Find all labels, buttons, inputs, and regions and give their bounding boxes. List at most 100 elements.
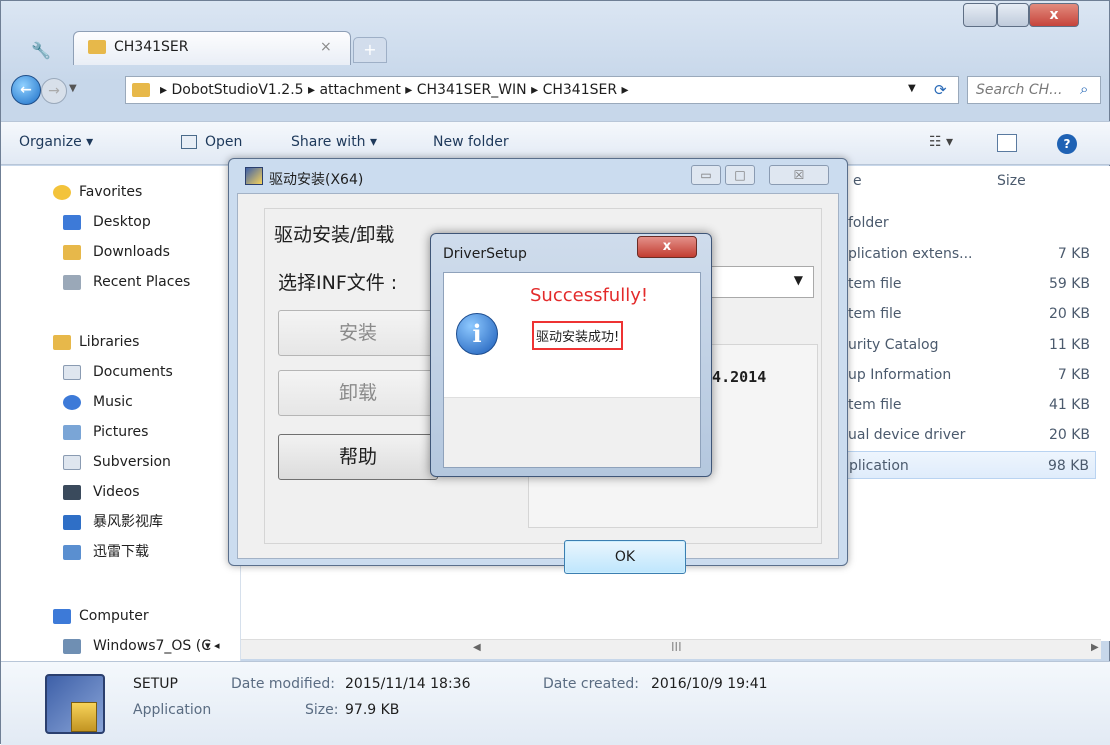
views-icon[interactable]: ☷ ▾ — [929, 134, 953, 150]
nav-label: Pictures — [93, 424, 149, 440]
close-button[interactable]: ☒ — [769, 165, 829, 185]
maximize-button[interactable]: □ — [725, 165, 755, 185]
file-row[interactable]: plication extens... 7 KB — [844, 240, 1096, 268]
search-placeholder: Search CH... — [976, 82, 1063, 98]
file-size: 7 KB — [1057, 246, 1090, 262]
file-row[interactable]: tem file 41 KB — [844, 391, 1096, 419]
recent-places-icon — [63, 275, 81, 290]
nav-recent-places[interactable]: Recent Places — [1, 268, 241, 296]
file-size: 20 KB — [1048, 427, 1090, 443]
success-annotation: Successfully! — [530, 285, 649, 306]
share-with-button[interactable]: Share with ▾ — [291, 134, 377, 150]
file-row[interactable]: tem file 20 KB — [844, 300, 1096, 328]
tab-ch341ser[interactable]: CH341SER × — [73, 31, 351, 65]
nav-computer[interactable]: Computer — [1, 602, 241, 630]
file-type: tem file — [848, 306, 902, 322]
new-tab-button[interactable]: + — [353, 37, 387, 63]
refresh-icon[interactable]: ⟳ — [934, 81, 947, 99]
close-button[interactable]: x — [1029, 3, 1079, 27]
nav-subversion[interactable]: Subversion — [1, 448, 241, 476]
file-row-selected[interactable]: plication 98 KB — [844, 451, 1096, 479]
nav-videos[interactable]: Videos — [1, 478, 241, 506]
file-size: 11 KB — [1048, 337, 1090, 353]
file-row[interactable]: urity Catalog 11 KB — [844, 331, 1096, 359]
wrench-icon[interactable]: 🔧 — [31, 41, 51, 60]
date-modified-label: Date modified: — [231, 676, 335, 692]
file-row[interactable]: ual device driver 20 KB — [844, 421, 1096, 449]
help-button[interactable]: 帮助 — [278, 434, 438, 480]
scroll-thumb-grip[interactable]: III — [671, 640, 682, 654]
nav-favorites[interactable]: Favorites — [1, 178, 241, 206]
group-heading: 驱动安装/卸载 — [274, 224, 395, 246]
file-size: 59 KB — [1048, 276, 1090, 292]
file-type: folder — [848, 215, 889, 231]
uninstall-button[interactable]: 卸载 — [278, 370, 438, 416]
info-icon: i — [456, 313, 498, 355]
open-button[interactable]: Open — [205, 134, 242, 150]
videos-icon — [63, 485, 81, 500]
downloads-icon — [63, 245, 81, 260]
nav-documents[interactable]: Documents — [1, 358, 241, 386]
scroll-right-icon[interactable]: ▶ — [1091, 642, 1099, 653]
install-button[interactable]: 安装 — [278, 310, 438, 356]
nav-label: Subversion — [93, 454, 171, 470]
nav-label: Music — [93, 394, 133, 410]
file-type: urity Catalog — [848, 337, 939, 353]
nav-libraries[interactable]: Libraries — [1, 328, 241, 356]
chevron-down-icon[interactable]: ▼ — [794, 273, 803, 287]
minimize-button[interactable] — [963, 3, 997, 27]
nav-pictures[interactable]: Pictures — [1, 418, 241, 446]
driversetup-message-box: DriverSetup x Successfully! i 驱动安装成功! OK — [430, 233, 712, 574]
new-folder-button[interactable]: New folder — [433, 134, 509, 150]
file-row[interactable]: up Information 7 KB — [844, 361, 1096, 389]
nav-label: Recent Places — [93, 274, 191, 290]
dialog-close-button[interactable]: x — [637, 236, 697, 258]
search-input[interactable]: Search CH... ⌕ — [967, 76, 1101, 104]
window-title: 驱动安装(X64) — [269, 172, 364, 188]
file-type: tem file — [848, 397, 902, 413]
nav-label: Desktop — [93, 214, 151, 230]
setup-icon — [245, 167, 263, 185]
forward-arrow-icon[interactable]: → — [41, 78, 67, 104]
nav-desktop[interactable]: Desktop — [1, 208, 241, 236]
size-label: Size: — [305, 702, 339, 718]
music-icon — [63, 395, 81, 410]
date-modified-value: 2015/11/14 18:36 — [345, 676, 471, 692]
file-type: ual device driver — [848, 427, 966, 443]
history-dropdown-icon[interactable]: ▼ — [69, 83, 77, 94]
file-row[interactable]: folder — [844, 209, 1096, 237]
size-value: 97.9 KB — [345, 702, 400, 718]
nav-xunlei[interactable]: 迅雷下载 — [1, 538, 241, 566]
tab-close-icon[interactable]: × — [320, 39, 332, 55]
nav-label: Videos — [93, 484, 140, 500]
search-icon[interactable]: ⌕ — [1080, 80, 1088, 98]
file-type: plication — [849, 458, 909, 474]
nav-label: Libraries — [79, 334, 140, 350]
nav-baofeng[interactable]: 暴风影视库 — [1, 508, 241, 536]
column-header-size[interactable]: Size — [997, 173, 1026, 189]
file-row[interactable]: tem file 59 KB — [844, 270, 1096, 298]
column-header-type[interactable]: e — [853, 173, 862, 189]
nav-windows7-os[interactable]: Windows7_OS (C ▾ ◂ — [1, 632, 241, 660]
preview-pane-icon[interactable] — [997, 134, 1017, 152]
back-arrow-icon[interactable]: ← — [11, 75, 41, 105]
file-size: 41 KB — [1048, 397, 1090, 413]
star-icon — [53, 185, 71, 200]
maximize-button[interactable] — [997, 3, 1029, 27]
help-icon[interactable]: ? — [1057, 134, 1077, 154]
ok-button[interactable]: OK — [564, 540, 686, 574]
address-bar[interactable]: ▸ DobotStudioV1.2.5 ▸ attachment ▸ CH341… — [125, 76, 959, 104]
minimize-button[interactable]: ▭ — [691, 165, 721, 185]
scroll-left-icon[interactable]: ◀ — [473, 642, 481, 653]
organize-button[interactable]: Organize ▾ — [19, 134, 93, 150]
nav-label: 暴风影视库 — [93, 514, 163, 530]
nav-downloads[interactable]: Downloads — [1, 238, 241, 266]
setup-application-icon — [45, 674, 105, 734]
collapse-icon[interactable]: ▾ ◂ — [205, 632, 220, 660]
nav-label: Documents — [93, 364, 173, 380]
inf-file-select[interactable]: ▼ — [708, 266, 814, 298]
breadcrumb[interactable]: ▸ DobotStudioV1.2.5 ▸ attachment ▸ CH341… — [160, 82, 629, 98]
nav-music[interactable]: Music — [1, 388, 241, 416]
horizontal-scrollbar[interactable]: ◀ III ▶ — [241, 639, 1101, 659]
address-dropdown-icon[interactable]: ▼ — [908, 83, 916, 94]
